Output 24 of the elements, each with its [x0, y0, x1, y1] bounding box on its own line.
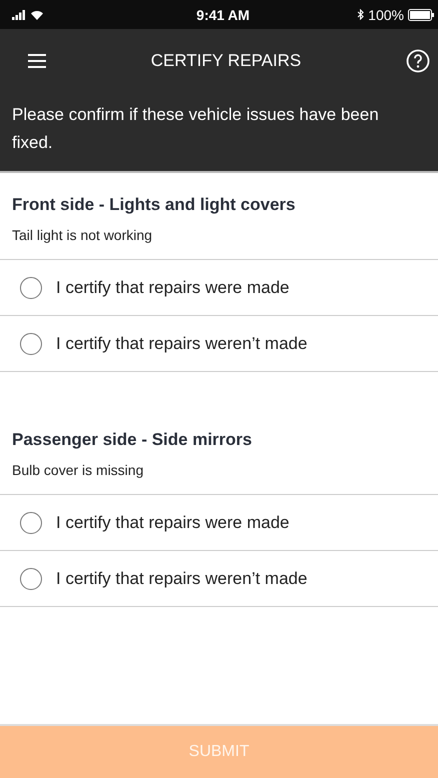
menu-button[interactable]: [26, 52, 48, 70]
issue-title: Front side - Lights and light covers: [12, 195, 296, 215]
radio-button[interactable]: [20, 512, 42, 534]
radio-button[interactable]: [20, 332, 42, 354]
option-label: I certify that repairs were made: [56, 512, 290, 532]
bluetooth-icon: [357, 9, 364, 20]
status-time: 9:41 AM: [196, 6, 250, 22]
option-label: I certify that repairs weren’t made: [56, 568, 308, 588]
signal-icon: [12, 10, 26, 20]
screen-title: CERTIFY REPAIRS: [150, 51, 302, 71]
wifi-icon: [30, 10, 44, 20]
issue-description: Bulb cover is missing: [12, 462, 144, 478]
radio-button[interactable]: [20, 568, 42, 590]
option-label: I certify that repairs weren’t made: [56, 334, 308, 354]
battery-icon: [408, 8, 434, 20]
help-icon: [406, 49, 430, 73]
instruction-text: Please confirm if these vehicle issues have been fixed.: [12, 104, 380, 154]
issue-title: Passenger side - Side mirrors: [12, 430, 253, 450]
radio-button[interactable]: [20, 276, 42, 298]
battery-percent: 100%: [368, 6, 404, 22]
help-button[interactable]: [404, 47, 432, 75]
issue-description: Tail light is not working: [12, 227, 154, 243]
option-label: I certify that repairs were made: [56, 278, 290, 298]
menu-icon: [28, 54, 46, 68]
